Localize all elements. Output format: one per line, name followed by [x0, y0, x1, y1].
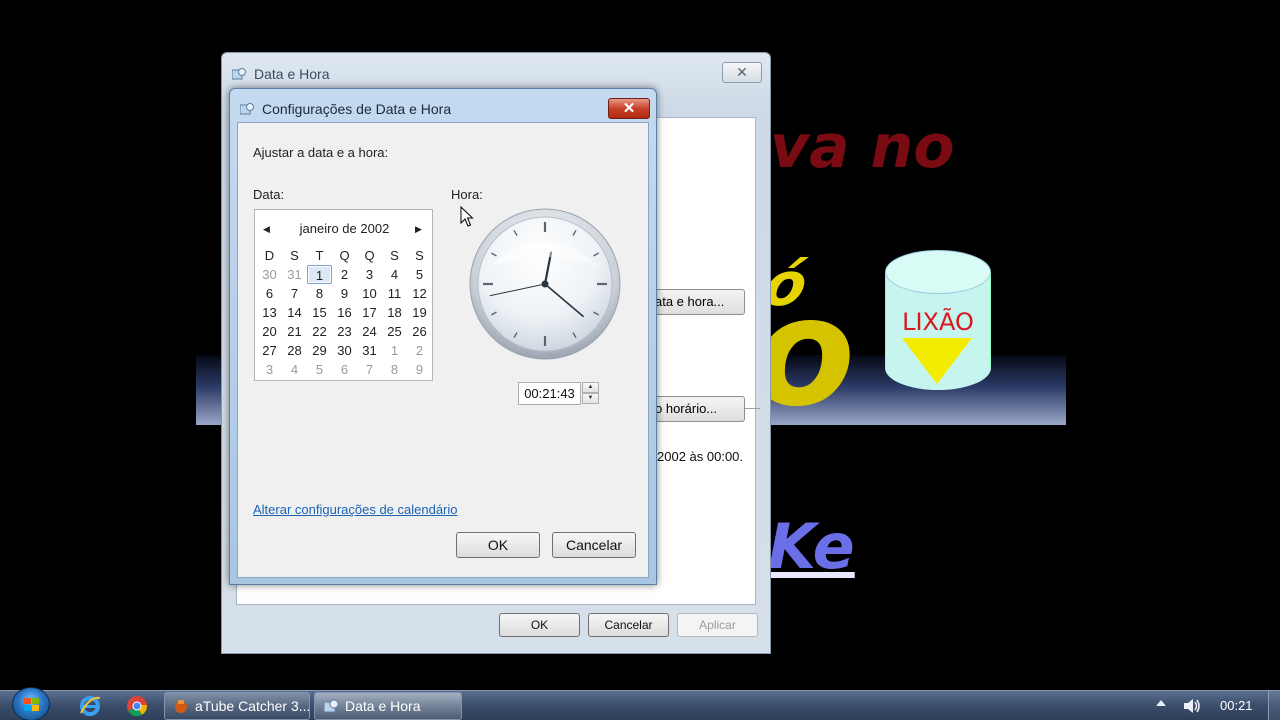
weekday-header: S [290, 248, 299, 263]
calendar-day[interactable]: 26 [407, 322, 432, 341]
windows-logo-icon [24, 698, 39, 711]
calendar-day[interactable]: 5 [307, 360, 332, 379]
calendar-day[interactable]: 27 [257, 341, 282, 360]
calendar-day[interactable]: 3 [257, 360, 282, 379]
calendar-day[interactable]: 19 [407, 303, 432, 322]
background-text-blue: Ke [768, 510, 855, 583]
date-time-icon [323, 699, 339, 713]
background-text-red: va no [770, 112, 955, 182]
calendar-day[interactable]: 24 [357, 322, 382, 341]
calendar-day[interactable]: 22 [307, 322, 332, 341]
apply-button[interactable]: Aplicar [677, 613, 758, 637]
atube-icon [175, 700, 187, 713]
calendar-day[interactable]: 8 [307, 284, 332, 303]
taskbar-item-label: Data e Hora [345, 698, 421, 714]
calendar-day[interactable]: 17 [357, 303, 382, 322]
close-button[interactable]: ✕ [722, 62, 762, 83]
calendar-day[interactable]: 3 [357, 265, 382, 284]
spin-down-icon[interactable]: ▼ [582, 393, 599, 404]
ok-button[interactable]: OK [456, 532, 540, 558]
weekday-header: T [315, 248, 324, 263]
down-arrow-icon [902, 338, 972, 384]
calendar-day[interactable]: 9 [332, 284, 357, 303]
change-timezone-button[interactable]: o horário... [652, 396, 745, 422]
calendar-day[interactable]: 2 [407, 341, 432, 360]
analog-clock [469, 208, 621, 360]
calendar-day[interactable]: 6 [332, 360, 357, 379]
calendar-day[interactable]: 31 [282, 265, 307, 284]
close-button[interactable]: ✕ [608, 98, 650, 119]
time-input[interactable]: 00:21:43 [518, 382, 581, 405]
window-title: Data e Hora [254, 66, 330, 82]
calendar-day[interactable]: 5 [407, 265, 432, 284]
cancel-button[interactable]: Cancelar [588, 613, 669, 637]
cancel-button[interactable]: Cancelar [552, 532, 636, 558]
show-hidden-icons-icon[interactable] [1156, 700, 1166, 706]
calendar-day[interactable]: 1 [382, 341, 407, 360]
chrome-icon[interactable] [125, 694, 149, 718]
calendar: ◀ janeiro de 2002 ▶ D S T Q Q S S 30 31 1 2 3 4 5 6 7 8 9… [254, 209, 433, 381]
calendar-day[interactable]: 7 [282, 284, 307, 303]
taskbar-item-date-time[interactable]: Data e Hora [314, 692, 462, 720]
spin-up-icon[interactable]: ▲ [582, 382, 599, 393]
volume-icon[interactable] [1182, 697, 1202, 715]
weekday-header: D [264, 248, 275, 263]
next-month-icon[interactable]: ▶ [415, 224, 422, 235]
calendar-day[interactable]: 7 [357, 360, 382, 379]
weekday-header: Q [339, 248, 350, 263]
mouse-cursor-icon [460, 206, 474, 227]
show-desktop-button[interactable] [1268, 691, 1280, 720]
start-button[interactable] [12, 687, 50, 720]
calendar-day[interactable]: 14 [282, 303, 307, 322]
date-time-icon [240, 103, 254, 115]
calendar-day[interactable]: 10 [357, 284, 382, 303]
calendar-day[interactable]: 16 [332, 303, 357, 322]
calendar-day[interactable]: 9 [407, 360, 432, 379]
weekday-header: S [390, 248, 399, 263]
calendar-day[interactable]: 4 [282, 360, 307, 379]
calendar-day[interactable]: 30 [332, 341, 357, 360]
taskbar-item-label: aTube Catcher 3... [195, 698, 310, 714]
trash-bin-label: LIXÃO [902, 308, 974, 336]
calendar-day[interactable]: 11 [382, 284, 407, 303]
calendar-day[interactable]: 6 [257, 284, 282, 303]
calendar-day[interactable]: 12 [407, 284, 432, 303]
system-clock[interactable]: 00:21 [1220, 698, 1253, 713]
ok-button[interactable]: OK [499, 613, 580, 637]
date-time-settings-dialog: Configurações de Data e Hora ✕ Ajustar a… [229, 88, 657, 585]
calendar-day[interactable]: 4 [382, 265, 407, 284]
instruction-label: Ajustar a data e a hora: [253, 145, 389, 160]
calendar-grid: D S T Q Q S S 30 31 1 2 3 4 5 6 7 8 9 10 11 12 13 14 15 16 17 18 19… [257, 246, 432, 379]
calendar-day[interactable]: 28 [282, 341, 307, 360]
time-spinner[interactable]: ▲ ▼ [582, 382, 599, 405]
taskbar-item-atube[interactable]: aTube Catcher 3... [164, 692, 310, 720]
trash-bin-graphic: LIXÃO [885, 250, 991, 390]
dst-info-text: 2002 às 00:00. [657, 449, 744, 464]
dialog-title: Configurações de Data e Hora [262, 101, 452, 117]
weekday-header: S [415, 248, 424, 263]
calendar-day[interactable]: 30 [257, 265, 282, 284]
calendar-day[interactable]: 25 [382, 322, 407, 341]
calendar-day[interactable]: 18 [382, 303, 407, 322]
internet-explorer-icon[interactable] [78, 694, 102, 718]
calendar-day[interactable]: 8 [382, 360, 407, 379]
date-label: Data: [253, 187, 285, 202]
calendar-day[interactable]: 23 [332, 322, 357, 341]
calendar-day[interactable]: 20 [257, 322, 282, 341]
weekday-header: Q [364, 248, 375, 263]
calendar-month-year[interactable]: janeiro de 2002 [255, 221, 434, 236]
calendar-day[interactable]: 13 [257, 303, 282, 322]
calendar-day[interactable]: 2 [332, 265, 357, 284]
calendar-day[interactable]: 15 [307, 303, 332, 322]
calendar-day[interactable]: 31 [357, 341, 382, 360]
change-calendar-settings-link[interactable]: Alterar configurações de calendário [253, 502, 458, 517]
calendar-day[interactable]: 29 [307, 341, 332, 360]
taskbar: aTube Catcher 3... Data e Hora 00:21 [0, 687, 1280, 720]
time-label: Hora: [451, 187, 483, 202]
calendar-day[interactable]: 21 [282, 322, 307, 341]
dialog-body: Ajustar a data e a hora: Data: Hora: ◀ j… [237, 122, 649, 578]
change-date-time-button[interactable]: ata e hora... [652, 289, 745, 315]
calendar-day-selected[interactable]: 1 [307, 265, 332, 284]
